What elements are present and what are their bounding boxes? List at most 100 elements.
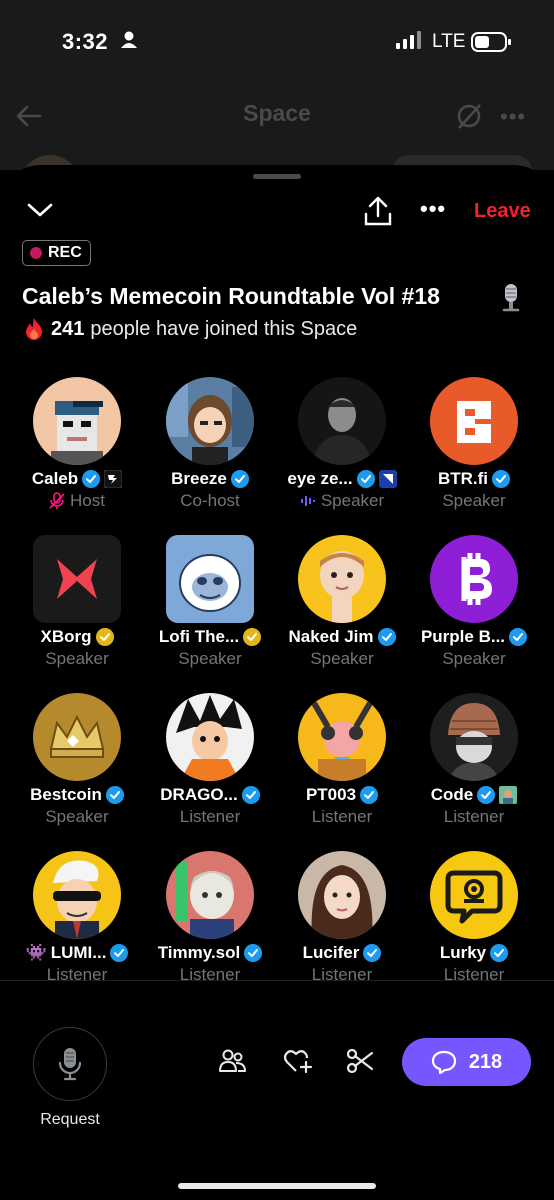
verified-badge-icon xyxy=(490,944,509,962)
participant-name: Code xyxy=(430,785,474,804)
chevron-down-icon[interactable] xyxy=(26,201,54,219)
avatar xyxy=(166,693,254,781)
background-slash-icon xyxy=(457,104,481,129)
participant-name: PT003 xyxy=(305,785,357,804)
participant-btr-fi[interactable]: BTR.fi Speaker xyxy=(408,377,540,527)
space-title: Caleb’s Memecoin Roundtable Vol #18 xyxy=(22,283,440,309)
leave-button[interactable]: Leave xyxy=(474,200,531,223)
recording-dot-icon xyxy=(30,247,42,259)
participant-name: DRAGO... xyxy=(160,785,238,804)
share-icon[interactable] xyxy=(363,195,393,227)
participant-role: Speaker xyxy=(178,649,242,668)
avatar xyxy=(166,851,254,939)
verified-badge-icon xyxy=(360,786,379,804)
affiliate-logo-icon xyxy=(378,470,397,488)
participant-lucifer[interactable]: Lucifer Listener xyxy=(276,851,408,1001)
participant-bestcoin[interactable]: Bestcoin Speaker xyxy=(11,693,143,843)
request-label: Request xyxy=(40,1111,100,1128)
participant-name: Lucifer xyxy=(302,943,360,962)
participant-caleb[interactable]: Caleb Host xyxy=(11,377,143,527)
affiliate-logo-icon xyxy=(104,470,123,488)
home-indicator[interactable] xyxy=(178,1183,376,1189)
participant-name: BTR.fi xyxy=(437,469,489,488)
avatar xyxy=(298,535,386,623)
participant-pt003[interactable]: PT003 Listener xyxy=(276,693,408,843)
gold-verified-badge-icon xyxy=(95,628,114,646)
participant-eye-ze[interactable]: eye ze... Speaker xyxy=(276,377,408,527)
add-reaction-heart-icon[interactable] xyxy=(283,1047,313,1075)
avatar xyxy=(430,851,518,939)
participant-timmy-sol[interactable]: Timmy.sol Listener xyxy=(144,851,276,1001)
verified-badge-icon xyxy=(356,470,375,488)
battery-icon xyxy=(471,32,511,52)
network-label: LTE xyxy=(432,31,466,52)
bottom-action-bar: Request 218 xyxy=(0,980,554,1200)
request-mic-button[interactable] xyxy=(33,1027,107,1101)
participant-lumi[interactable]: 👾 LUMI... Listener xyxy=(11,851,143,1001)
sheet-handle[interactable] xyxy=(253,174,301,179)
participant-role-label: Speaker xyxy=(320,491,385,510)
joined-text: people have joined this Space xyxy=(90,317,358,340)
participant-lurky[interactable]: Lurky Listener xyxy=(408,851,540,1001)
participant-role: Co-host xyxy=(180,491,240,510)
avatar xyxy=(298,693,386,781)
participant-name: Naked Jim xyxy=(288,627,374,646)
status-bar: 3:32 LTE xyxy=(0,0,554,90)
participant-name-prefix: 👾 xyxy=(25,943,47,962)
verified-badge-icon xyxy=(241,786,260,804)
microphone-emoji-icon xyxy=(502,284,520,312)
avatar xyxy=(33,851,121,939)
verified-badge-icon xyxy=(363,944,382,962)
participant-code[interactable]: Code Listener xyxy=(408,693,540,843)
flame-icon xyxy=(26,318,42,340)
participant-role: Listener xyxy=(311,807,373,826)
comment-count: 218 xyxy=(468,1050,503,1073)
avatar xyxy=(33,377,121,465)
people-icon[interactable] xyxy=(219,1047,247,1075)
participant-name: Bestcoin xyxy=(30,785,102,804)
participant-role: Speaker xyxy=(442,649,506,668)
verified-badge-icon xyxy=(509,628,528,646)
participant-name: Lurky xyxy=(439,943,487,962)
clip-scissors-icon[interactable] xyxy=(346,1047,374,1075)
more-options-icon[interactable]: ••• xyxy=(420,196,446,222)
participant-role: Host xyxy=(11,491,143,511)
participant-naked-jim[interactable]: Naked Jim Speaker xyxy=(276,535,408,685)
participant-role: Speaker xyxy=(45,649,109,668)
avatar xyxy=(33,693,121,781)
verified-badge-icon xyxy=(492,470,511,488)
participant-lofi[interactable]: Lofi The... Speaker xyxy=(144,535,276,685)
verified-badge-icon xyxy=(105,786,124,804)
verified-badge-icon xyxy=(244,944,263,962)
participant-name: LUMI... xyxy=(50,943,107,962)
participant-role-label: Host xyxy=(70,491,105,510)
microphone-icon xyxy=(58,1048,82,1081)
participant-name: Breeze xyxy=(171,469,227,488)
participant-role: Listener xyxy=(443,807,505,826)
participant-name: eye ze... xyxy=(287,469,353,488)
verified-badge-icon xyxy=(110,944,129,962)
participant-xborg[interactable]: XBorg Speaker xyxy=(11,535,143,685)
verified-badge-icon xyxy=(377,628,396,646)
participant-drago[interactable]: DRAGO... Listener xyxy=(144,693,276,843)
comments-button[interactable]: 218 xyxy=(402,1038,531,1086)
participant-name: Caleb xyxy=(31,469,79,488)
comment-icon xyxy=(431,1050,456,1074)
background-more-icon: ••• xyxy=(500,104,527,129)
person-icon xyxy=(121,31,137,48)
avatar xyxy=(430,377,518,465)
participant-purple-b[interactable]: Purple B... Speaker xyxy=(408,535,540,685)
joined-count: 241 xyxy=(51,317,85,340)
participant-name: Timmy.sol xyxy=(157,943,241,962)
joined-count-row: 241 people have joined this Space xyxy=(24,317,357,341)
avatar xyxy=(430,693,518,781)
signal-icon xyxy=(396,31,421,49)
avatar xyxy=(298,377,386,465)
participant-breeze[interactable]: Breeze Co-host xyxy=(144,377,276,527)
participant-name: Purple B... xyxy=(420,627,506,646)
participant-role: Speaker xyxy=(276,491,408,511)
affiliate-logo-icon xyxy=(499,786,518,804)
avatar xyxy=(298,851,386,939)
avatar xyxy=(166,377,254,465)
avatar xyxy=(166,535,254,623)
